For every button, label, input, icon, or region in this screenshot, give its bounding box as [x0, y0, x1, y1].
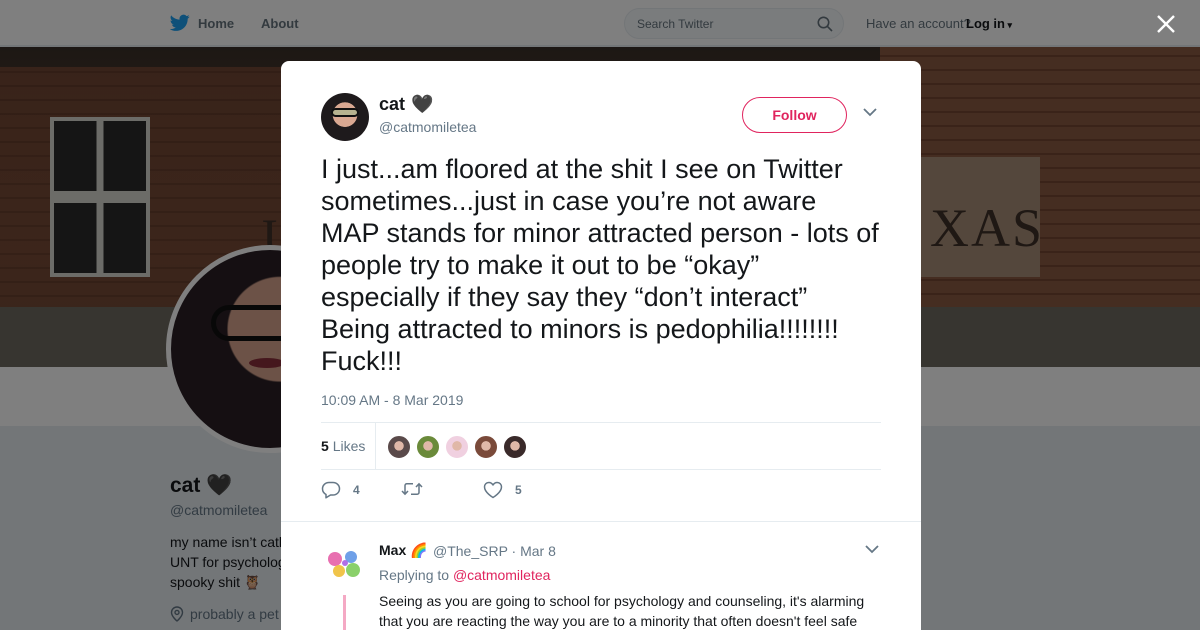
tweet-timestamp[interactable]: 10:09 AM - 8 Mar 2019 — [321, 392, 463, 408]
liker-avatar[interactable] — [416, 435, 440, 459]
replying-to-handle-link[interactable]: @catmomiletea — [453, 567, 550, 583]
tweet-actions: 4 5 — [321, 481, 881, 501]
author-avatar-glasses — [331, 108, 359, 117]
reply-action[interactable]: 4 — [321, 481, 360, 499]
tweet-author-name[interactable]: cat 🖤 — [379, 94, 433, 115]
likers-avatars — [387, 435, 527, 459]
reply-author-avatar[interactable] — [321, 543, 367, 589]
reply-author-handle[interactable]: @The_SRP · Mar 8 — [433, 543, 556, 559]
replying-to-label: Replying to — [379, 567, 450, 583]
reply-author-name[interactable]: Max 🌈 — [379, 542, 428, 559]
likes-number: 5 — [321, 438, 329, 454]
likes-label: Likes — [332, 438, 366, 454]
retweet-icon — [401, 482, 423, 496]
liker-avatar[interactable] — [503, 435, 527, 459]
reply-thread-line — [343, 595, 346, 630]
tweet-author-name-text: cat — [379, 94, 406, 114]
stats-divider — [375, 423, 376, 469]
heart-icon — [483, 481, 503, 499]
tweet-stats: 5 Likes — [321, 422, 881, 470]
close-icon[interactable] — [1154, 12, 1178, 36]
replying-to: Replying to @catmomiletea — [379, 567, 550, 583]
likes-count[interactable]: 5 Likes — [321, 438, 365, 454]
chevron-down-icon[interactable] — [865, 544, 879, 554]
black-heart-icon: 🖤 — [411, 94, 434, 114]
liker-avatar[interactable] — [474, 435, 498, 459]
reply-icon — [321, 481, 341, 499]
reply-count: 4 — [353, 483, 360, 497]
liker-avatar[interactable] — [387, 435, 411, 459]
reply-text: Seeing as you are going to school for ps… — [379, 593, 865, 629]
chevron-down-icon[interactable] — [863, 107, 877, 117]
follow-button[interactable]: Follow — [742, 97, 847, 133]
liker-avatar[interactable] — [445, 435, 469, 459]
tweet-author-handle[interactable]: @catmomiletea — [379, 119, 476, 135]
tweet-author-avatar[interactable] — [321, 93, 369, 141]
tweet-text: I just...am floored at the shit I see on… — [321, 154, 879, 376]
tweet-modal: cat 🖤 @catmomiletea Follow I just...am f… — [281, 61, 921, 630]
reply-separator — [281, 521, 921, 522]
retweet-action[interactable] — [401, 481, 435, 497]
rainbow-butterfly-icon — [328, 551, 360, 577]
like-count: 5 — [515, 483, 522, 497]
like-action[interactable]: 5 — [483, 481, 522, 499]
